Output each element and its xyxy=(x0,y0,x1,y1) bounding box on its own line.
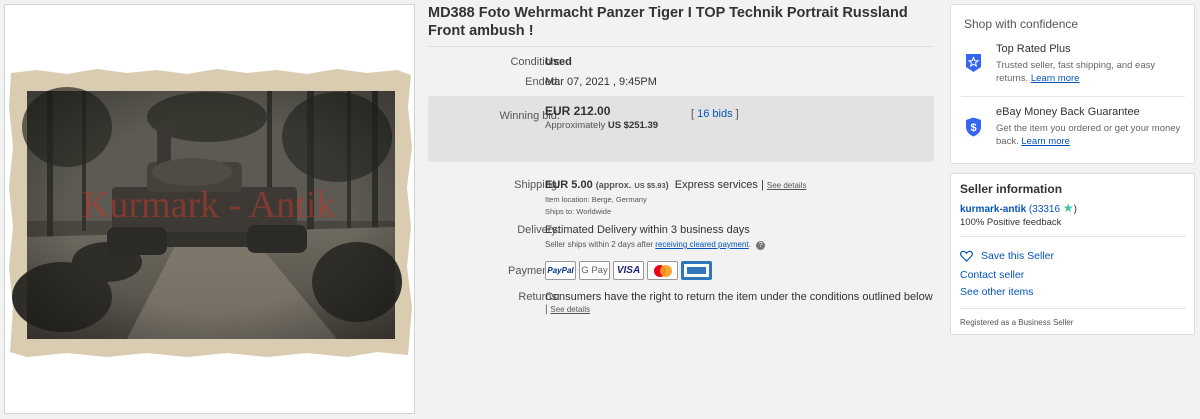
item-title: MD388 Foto Wehrmacht Panzer Tiger I TOP … xyxy=(428,5,908,39)
shipping-value: EUR 5.00 (approx. US $5.93) Express serv… xyxy=(545,179,806,191)
shipping-approx-value: US $5.93 xyxy=(634,181,666,190)
mastercard-icon xyxy=(647,261,678,280)
bids-link[interactable]: 16 bids xyxy=(697,108,732,120)
ships-to: Ships to: Worldwide xyxy=(545,207,612,216)
item-details: MD388 Foto Wehrmacht Panzer Tiger I TOP … xyxy=(428,0,938,419)
help-icon[interactable]: ? xyxy=(756,241,766,250)
seller-info-title: Seller information xyxy=(960,182,1063,196)
money-back-learn-more-link[interactable]: Learn more xyxy=(1021,136,1070,147)
shipping-see-details-link[interactable]: See details xyxy=(767,181,807,190)
google-pay-icon: G Pay xyxy=(579,261,610,280)
shop-with-confidence-panel: Shop with confidence Top Rated Plus Trus… xyxy=(950,4,1195,164)
see-other-items-link[interactable]: See other items xyxy=(960,286,1034,298)
winning-bid-box xyxy=(428,96,934,162)
condition-value: Used xyxy=(545,56,572,68)
positive-feedback: 100% Positive feedback xyxy=(960,217,1062,228)
visa-icon: VISA xyxy=(613,261,644,280)
feedback-score-close: ) xyxy=(1073,204,1077,215)
money-back-heading: eBay Money Back Guarantee xyxy=(996,106,1140,118)
top-rated-learn-more-link[interactable]: Learn more xyxy=(1031,73,1080,84)
approx-value: US $251.39 xyxy=(607,120,659,131)
seller-information-panel: Seller information kurmark-antik (33316 … xyxy=(950,173,1195,335)
returns-text: Consumers have the right to return the i… xyxy=(545,291,933,303)
seller-name-row: kurmark-antik (33316 ★) xyxy=(960,201,1077,215)
google-pay-label: G Pay xyxy=(581,265,608,276)
returns-separator: | xyxy=(545,304,548,315)
save-seller-link[interactable]: Save this Seller xyxy=(960,250,1054,262)
money-back-shield-icon: $ xyxy=(966,117,981,137)
seller-name-link[interactable]: kurmark-antik xyxy=(960,204,1026,215)
bids-bracket-open: [ xyxy=(691,108,695,120)
confidence-title: Shop with confidence xyxy=(964,17,1079,31)
save-seller-label: Save this Seller xyxy=(981,250,1054,262)
delivery-note: Seller ships within 2 days after receivi… xyxy=(545,240,766,250)
feedback-star-icon: ★ xyxy=(1062,201,1074,215)
delivery-note-suffix: . xyxy=(748,240,751,249)
bids-bracket-close: ] xyxy=(735,108,739,120)
title-divider xyxy=(428,46,933,47)
shipping-separator: | xyxy=(760,179,764,191)
paypal-icon: PayPal xyxy=(545,261,576,280)
approx-prefix: Approximately xyxy=(545,120,606,131)
winning-bid-approx: Approximately US $251.39 xyxy=(545,120,658,131)
contact-seller-link[interactable]: Contact seller xyxy=(960,269,1024,281)
item-location: Item location: Berge, Germany xyxy=(545,195,647,204)
visa-label: VISA xyxy=(616,265,641,276)
delivery-estimate: Estimated Delivery within 3 business day… xyxy=(545,224,750,236)
item-image-panel[interactable]: Kurmark - Antik xyxy=(4,4,415,414)
shipping-approx-close: ) xyxy=(665,180,669,190)
returns-see-details-link[interactable]: See details xyxy=(550,305,590,314)
shipping-approx-open: (approx. xyxy=(595,180,632,190)
business-seller-note: Registered as a Business Seller xyxy=(960,318,1074,327)
svg-text:$: $ xyxy=(970,122,976,134)
delivery-note-prefix: Seller ships within 2 days after xyxy=(545,240,654,249)
feedback-score: (33316 xyxy=(1028,204,1061,215)
cleared-payment-link[interactable]: receiving cleared payment xyxy=(655,240,748,249)
watermark-text: Kurmark - Antik xyxy=(82,184,335,226)
money-back-text: Get the item you ordered or get your mon… xyxy=(996,122,1186,148)
shipping-service: Express services xyxy=(674,179,758,191)
seller-divider-bottom xyxy=(960,308,1186,309)
ended-value: Mar 07, 2021 , 9:45PM xyxy=(545,76,657,88)
bids-count: [ 16 bids ] xyxy=(691,108,739,120)
top-rated-text: Trusted seller, fast shipping, and easy … xyxy=(996,59,1186,85)
item-photo[interactable]: Kurmark - Antik xyxy=(7,67,414,359)
paypal-label: PayPal xyxy=(547,266,574,275)
seller-divider xyxy=(960,236,1186,237)
shipping-price: EUR 5.00 xyxy=(545,179,593,191)
feedback-score-link[interactable]: (33316 xyxy=(1029,204,1060,215)
confidence-divider xyxy=(961,96,1185,97)
top-rated-star-icon xyxy=(966,54,981,72)
mastercard-logo xyxy=(653,264,672,277)
winning-bid-amount: EUR 212.00 xyxy=(545,104,611,118)
amex-logo xyxy=(684,264,709,277)
returns-details: | See details xyxy=(545,304,590,315)
amex-icon xyxy=(681,261,712,280)
top-rated-heading: Top Rated Plus xyxy=(996,43,1071,55)
heart-icon xyxy=(960,250,973,262)
